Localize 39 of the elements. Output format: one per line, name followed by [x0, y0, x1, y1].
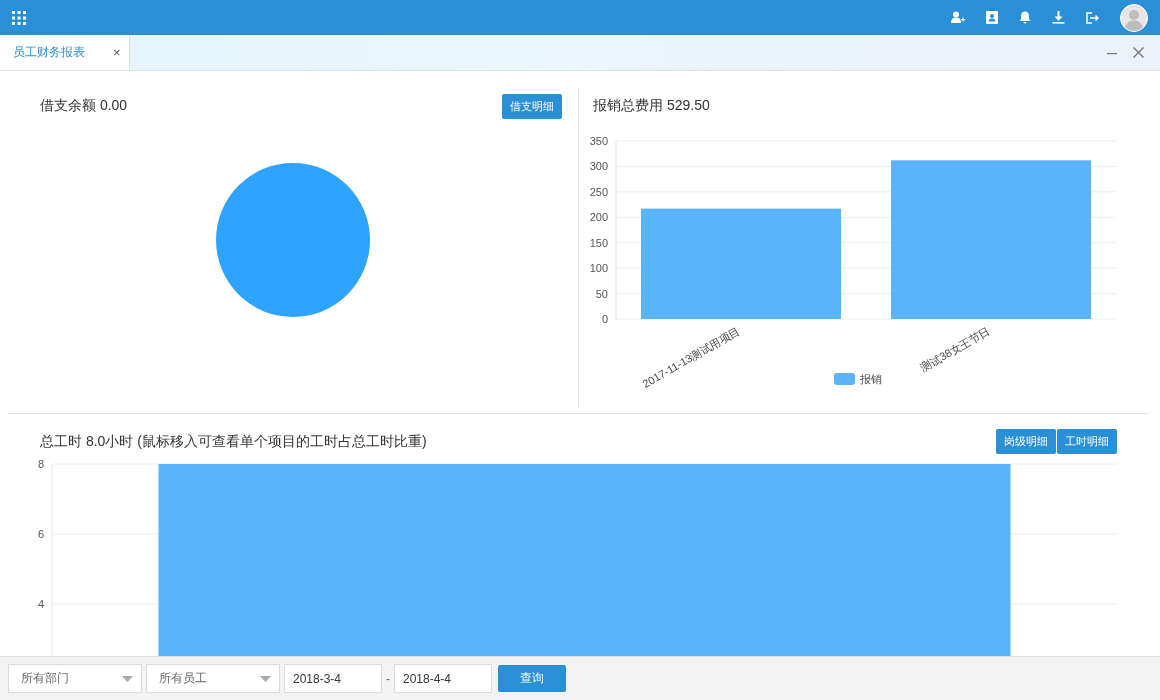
axis-label: 0 [601, 313, 608, 325]
axis-label: 4 [37, 598, 44, 610]
axis-label: 6 [37, 528, 44, 540]
axis-label: 350 [589, 135, 608, 147]
range-separator: - [386, 671, 390, 686]
axis-label: 150 [589, 236, 608, 249]
date-field[interactable]: 2018-4-4 [394, 664, 492, 693]
panel-title: 借支余额 0.00 [40, 97, 128, 115]
bell-icon[interactable] [1019, 11, 1031, 24]
axis-label: 250 [589, 185, 608, 198]
axis-label: 100 [589, 262, 608, 275]
axis-label: 300 [589, 160, 608, 173]
axis-label: 200 [589, 211, 608, 224]
caret-icon[interactable] [122, 675, 133, 682]
contact-card-icon[interactable] [986, 11, 998, 24]
avatar-icon[interactable] [1120, 3, 1148, 32]
date-field[interactable]: 2018-3-4 [284, 664, 382, 693]
download-icon[interactable] [1052, 11, 1065, 24]
loan-detail-button[interactable]: 借支明细 [502, 93, 562, 119]
tab[interactable]: 员工财务报表 × [0, 35, 130, 70]
panel-title: 总工时 8.0小时 (鼠标移入可查看单个项目的工时占总工时比重) [40, 432, 427, 451]
query-button[interactable]: 查询 [498, 665, 566, 692]
category-label: 测试38女王节日 [918, 324, 992, 374]
legend-label[interactable]: 报销 [860, 373, 882, 385]
dropdown[interactable]: 所有员工 [146, 664, 280, 693]
caret-icon[interactable] [260, 675, 271, 682]
legend-swatch[interactable] [834, 373, 855, 385]
panel-title: 报销总费用 529.50 [593, 97, 710, 115]
tab-close-button[interactable]: × [113, 45, 121, 60]
add-user-icon[interactable] [951, 11, 965, 24]
detail-button[interactable]: 岗级明细 [996, 429, 1056, 454]
axis-label: 50 [595, 287, 608, 300]
dropdown[interactable]: 所有部门 [8, 664, 142, 693]
close-icon[interactable] [1133, 47, 1144, 58]
apps-grid-icon[interactable] [12, 10, 26, 25]
logout-icon[interactable] [1086, 11, 1099, 24]
axis-label: 8 [37, 458, 44, 470]
detail-button[interactable]: 工时明细 [1057, 429, 1117, 454]
tab-label[interactable]: 员工财务报表 [13, 44, 85, 61]
